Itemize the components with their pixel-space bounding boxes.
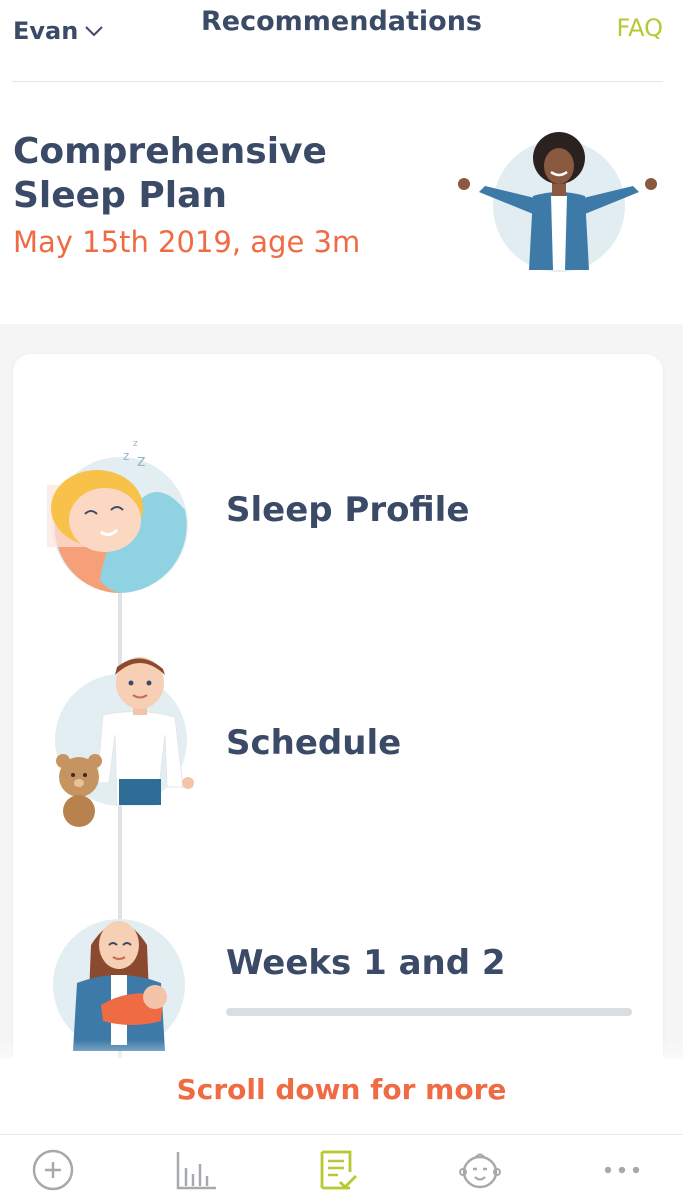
svg-text:z: z: [123, 449, 129, 463]
mom-holding-baby-icon: [53, 919, 185, 1051]
nav-baby-button[interactable]: [456, 1149, 504, 1191]
nav-stats-button[interactable]: [172, 1149, 220, 1191]
dad-with-teddy-icon: [55, 657, 194, 827]
nav-more-button[interactable]: [598, 1149, 646, 1191]
step-label: Weeks 1 and 2: [226, 943, 506, 983]
step-schedule[interactable]: Schedule: [13, 655, 663, 835]
plan-date: May 15th 2019, age 3m: [13, 225, 361, 259]
bottom-nav: [0, 1134, 683, 1201]
bar-chart-icon: [176, 1152, 216, 1190]
nav-add-button[interactable]: [29, 1149, 77, 1191]
step-label: Sleep Profile: [226, 490, 470, 530]
page-title: Recommendations: [200, 6, 482, 37]
faq-link[interactable]: FAQ: [617, 14, 664, 42]
nav-plan-button[interactable]: [312, 1149, 360, 1191]
weeks-progress-bar: [226, 1008, 632, 1016]
step-weeks-1-2[interactable]: Weeks 1 and 2: [13, 905, 663, 1055]
more-dots-icon: [604, 1166, 640, 1174]
scroll-hint[interactable]: Scroll down for more: [0, 1058, 683, 1134]
baby-face-icon: [459, 1153, 501, 1189]
top-bar: Evan Recommendations FAQ: [0, 0, 683, 82]
step-label: Schedule: [226, 723, 402, 763]
plan-title: Comprehensive Sleep Plan: [13, 131, 327, 216]
sleep-coach-illustration-icon: [458, 132, 657, 272]
sleeping-baby-icon: z z z: [47, 439, 188, 593]
plan-header: Comprehensive Sleep Plan May 15th 2019, …: [0, 82, 683, 324]
step-sleep-profile[interactable]: z z z Sleep Profile: [13, 430, 663, 600]
svg-text:z: z: [133, 439, 138, 449]
svg-text:z: z: [137, 451, 145, 470]
plan-checklist-icon: [320, 1150, 357, 1190]
add-circle-icon: [32, 1149, 74, 1191]
